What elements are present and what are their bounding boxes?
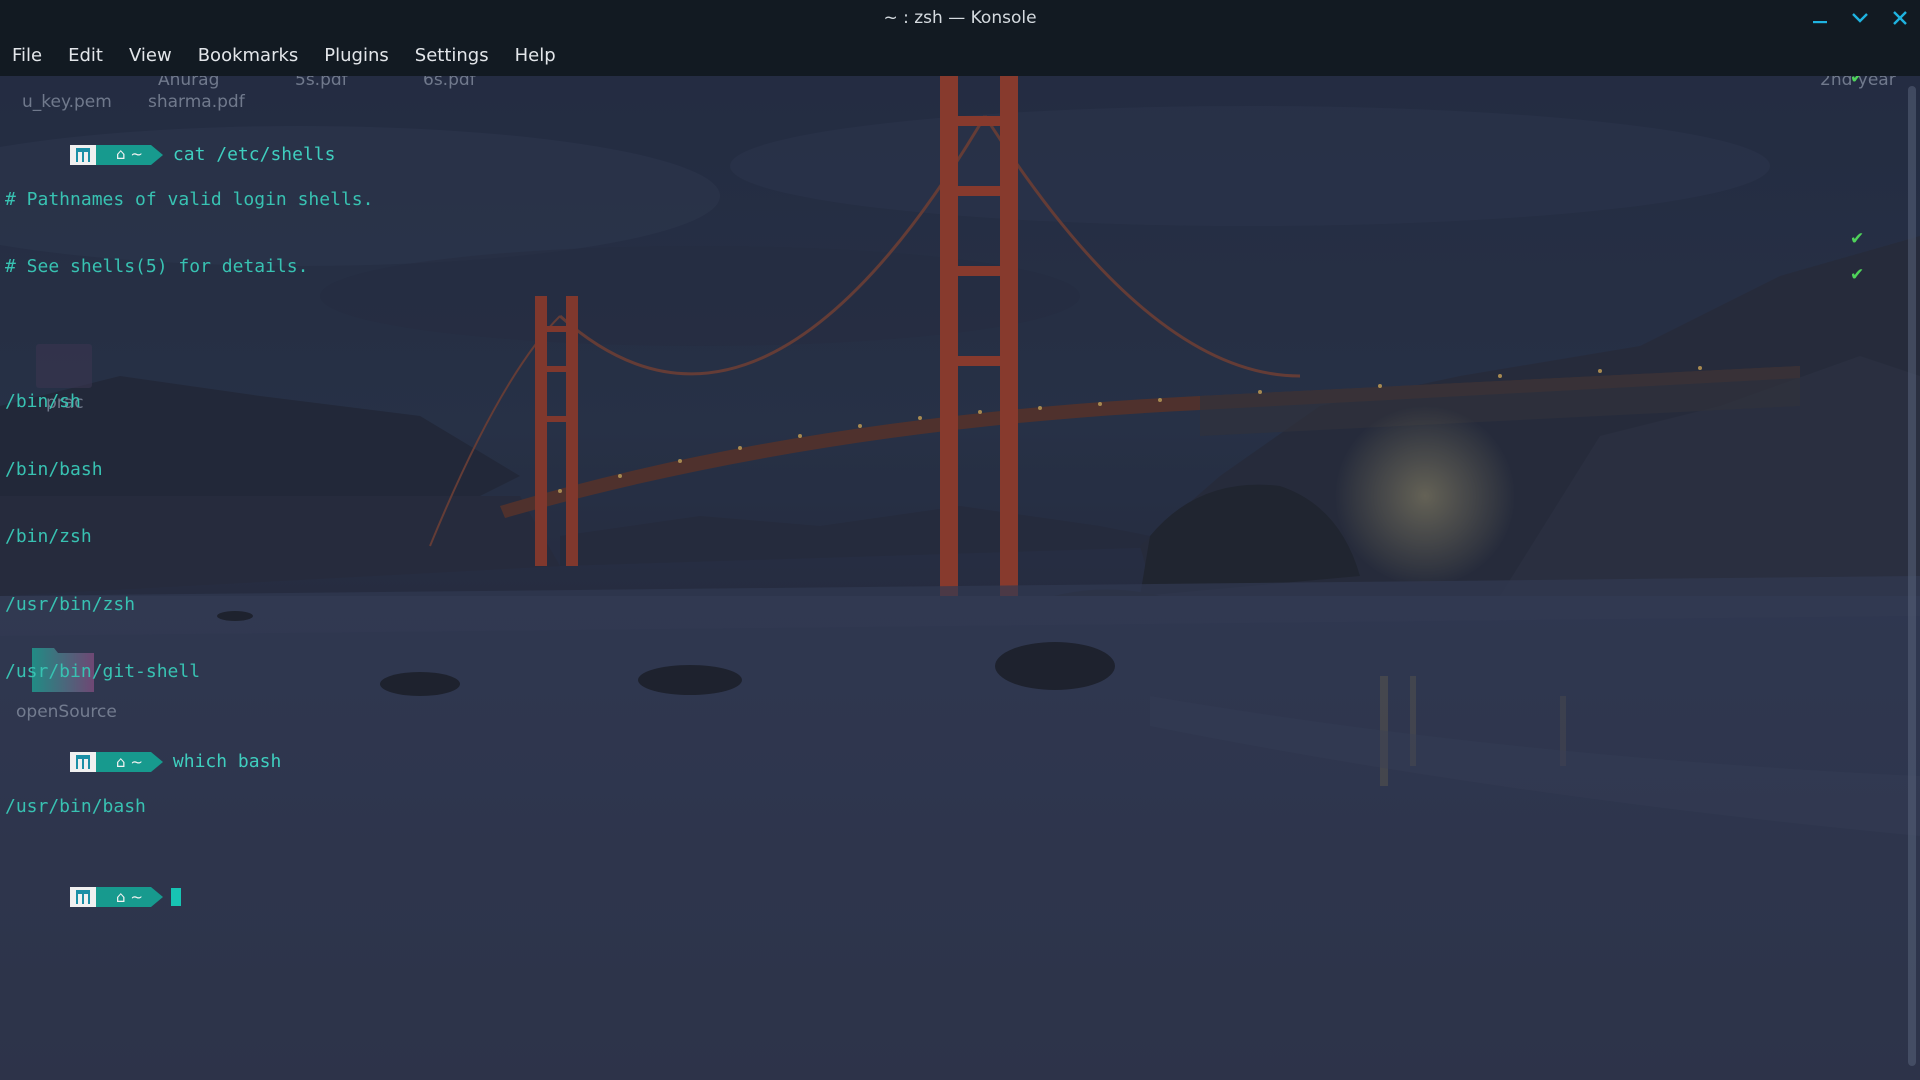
output-line: # See shells(5) for details. (5, 256, 309, 277)
status-check-icon: ✔ (1850, 76, 1865, 88)
prompt-line-3: ⌂ ~ (5, 864, 373, 907)
prompt-line-2: ⌂ ~ which bash (5, 729, 373, 772)
prompt-dir: ⌂ ~ (96, 144, 163, 165)
maximize-button[interactable] (1846, 4, 1874, 32)
output-line: /usr/bin/bash (5, 796, 146, 817)
prompt-line-1: ⌂ ~ cat /etc/shells (5, 121, 373, 165)
prompt-dir-text: ~ (130, 887, 143, 906)
text-cursor[interactable] (170, 888, 181, 906)
os-logo-icon (70, 887, 109, 907)
minimize-icon (1813, 21, 1827, 24)
close-icon (1893, 11, 1907, 25)
prompt-dir-text: ~ (130, 752, 143, 771)
menu-plugins[interactable]: Plugins (311, 36, 401, 76)
close-button[interactable] (1886, 4, 1914, 32)
status-check-icon: ✔ (1850, 229, 1865, 249)
output-line: /usr/bin/git-shell (5, 661, 201, 682)
window-title: ~ : zsh — Konsole (883, 8, 1037, 28)
prompt: ⌂ ~ (70, 752, 163, 772)
menu-bookmarks[interactable]: Bookmarks (185, 36, 312, 76)
menu-bar: File Edit View Bookmarks Plugins Setting… (0, 36, 1920, 76)
scrollbar[interactable] (1908, 86, 1916, 1066)
prompt-dir: ⌂ ~ (96, 887, 163, 907)
chevron-down-icon (1852, 13, 1868, 23)
status-check-icon: ✔ (1850, 265, 1865, 285)
os-logo-icon (70, 752, 109, 772)
terminal-output: ⌂ ~ cat /etc/shells # Pathnames of valid… (5, 76, 373, 931)
os-logo-icon (70, 144, 109, 165)
terminal-view[interactable]: u_key.pem Anurag sharma.pdf 5s.pdf 6s.pd… (0, 76, 1920, 1080)
menu-view[interactable]: View (116, 36, 185, 76)
minimize-button[interactable] (1806, 4, 1834, 32)
desktop-label-6s-pdf: 6s.pdf (423, 76, 476, 90)
home-icon: ⌂ (116, 887, 131, 906)
title-bar: ~ : zsh — Konsole (0, 0, 1920, 36)
output-line: # Pathnames of valid login shells. (5, 188, 374, 210)
command-text: which bash (172, 751, 282, 772)
command-text: cat /etc/shells (172, 143, 336, 165)
output-line: /usr/bin/zsh (5, 593, 136, 615)
home-icon: ⌂ (116, 752, 131, 771)
menu-help[interactable]: Help (502, 36, 569, 76)
prompt: ⌂ ~ (70, 144, 163, 165)
menu-edit[interactable]: Edit (55, 36, 116, 76)
output-line: /bin/zsh (5, 526, 92, 547)
prompt-dir: ⌂ ~ (96, 752, 163, 772)
menu-file[interactable]: File (0, 36, 55, 76)
output-line: /bin/bash (5, 458, 103, 480)
output-line: /bin/sh (5, 391, 81, 412)
home-icon: ⌂ (116, 145, 131, 164)
prompt: ⌂ ~ (70, 887, 163, 907)
menu-settings[interactable]: Settings (402, 36, 502, 76)
prompt-dir-text: ~ (130, 145, 143, 164)
